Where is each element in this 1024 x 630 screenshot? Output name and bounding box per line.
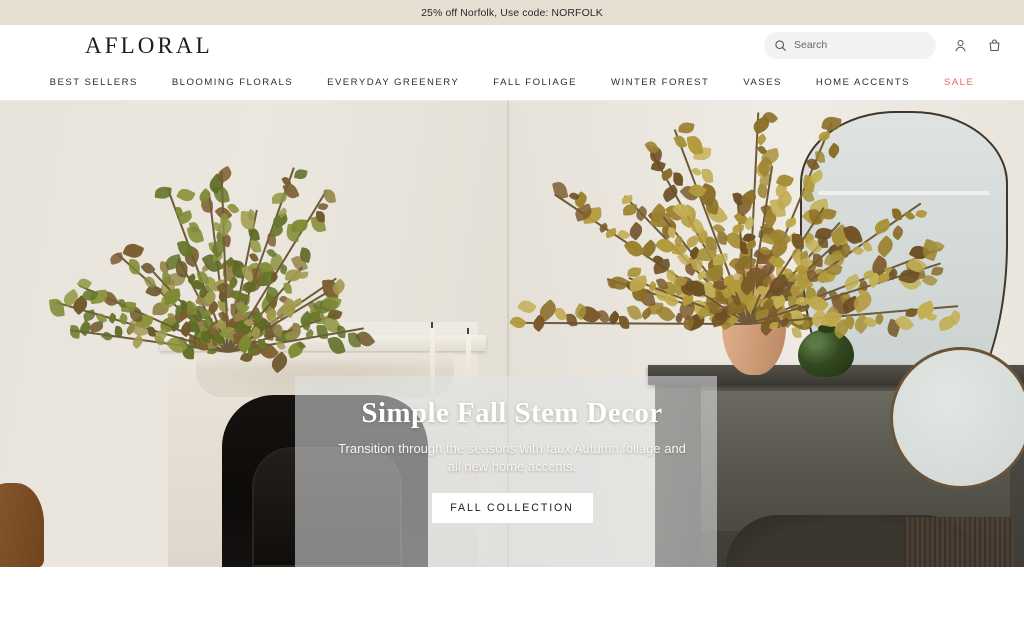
foliage-leaf: [118, 299, 127, 309]
below-hero-spacer: [0, 567, 1024, 607]
announcement-bar: 25% off Norfolk, Use code: NORFOLK: [0, 0, 1024, 25]
foliage-leaf: [315, 210, 325, 223]
foliage-leaf: [161, 272, 172, 285]
nav-item-winter-forest[interactable]: WINTER FOREST: [594, 77, 726, 88]
hero-banner: Simple Fall Stem Decor Transition throug…: [0, 101, 1024, 567]
nav-item-vases[interactable]: VASES: [726, 77, 799, 88]
foliage-leaf: [257, 339, 266, 350]
shopping-bag-icon[interactable]: [984, 35, 1004, 55]
header-actions: [764, 31, 1004, 59]
foliage-leaf: [186, 301, 198, 315]
announcement-text: 25% off Norfolk, Use code: NORFOLK: [421, 6, 603, 19]
hero-title: Simple Fall Stem Decor: [361, 397, 663, 429]
search-input-wrapper[interactable]: [764, 31, 936, 59]
foliage-leaf: [292, 322, 301, 333]
nav-item-sale[interactable]: SALE: [927, 77, 991, 88]
foliage-leaf: [858, 279, 869, 291]
main-navigation: BEST SELLERS BLOOMING FLORALS EVERYDAY G…: [0, 65, 1024, 101]
foliage-leaf: [264, 328, 274, 341]
nav-item-home-accents[interactable]: HOME ACCENTS: [799, 77, 927, 88]
nav-item-blooming-florals[interactable]: BLOOMING FLORALS: [155, 77, 310, 88]
foliage-leaf: [149, 328, 157, 337]
nav-item-everyday-greenery[interactable]: EVERYDAY GREENERY: [310, 77, 476, 88]
user-account-icon[interactable]: [950, 35, 970, 55]
site-header: AFLORAL: [0, 25, 1024, 65]
nav-item-fall-foliage[interactable]: FALL FOLIAGE: [476, 77, 594, 88]
fall-collection-button[interactable]: FALL COLLECTION: [431, 493, 593, 524]
foliage-leaf: [175, 206, 183, 217]
hero-content: Simple Fall Stem Decor Transition throug…: [0, 397, 1024, 524]
hero-subtitle: Transition through the seasons with faux…: [338, 441, 686, 474]
site-logo[interactable]: AFLORAL: [85, 34, 213, 57]
search-input[interactable]: [794, 39, 926, 51]
chair-right: [904, 517, 1014, 567]
search-icon: [774, 39, 787, 52]
green-ceramic-vase: [798, 324, 854, 377]
nav-item-best-sellers[interactable]: BEST SELLERS: [33, 77, 155, 88]
